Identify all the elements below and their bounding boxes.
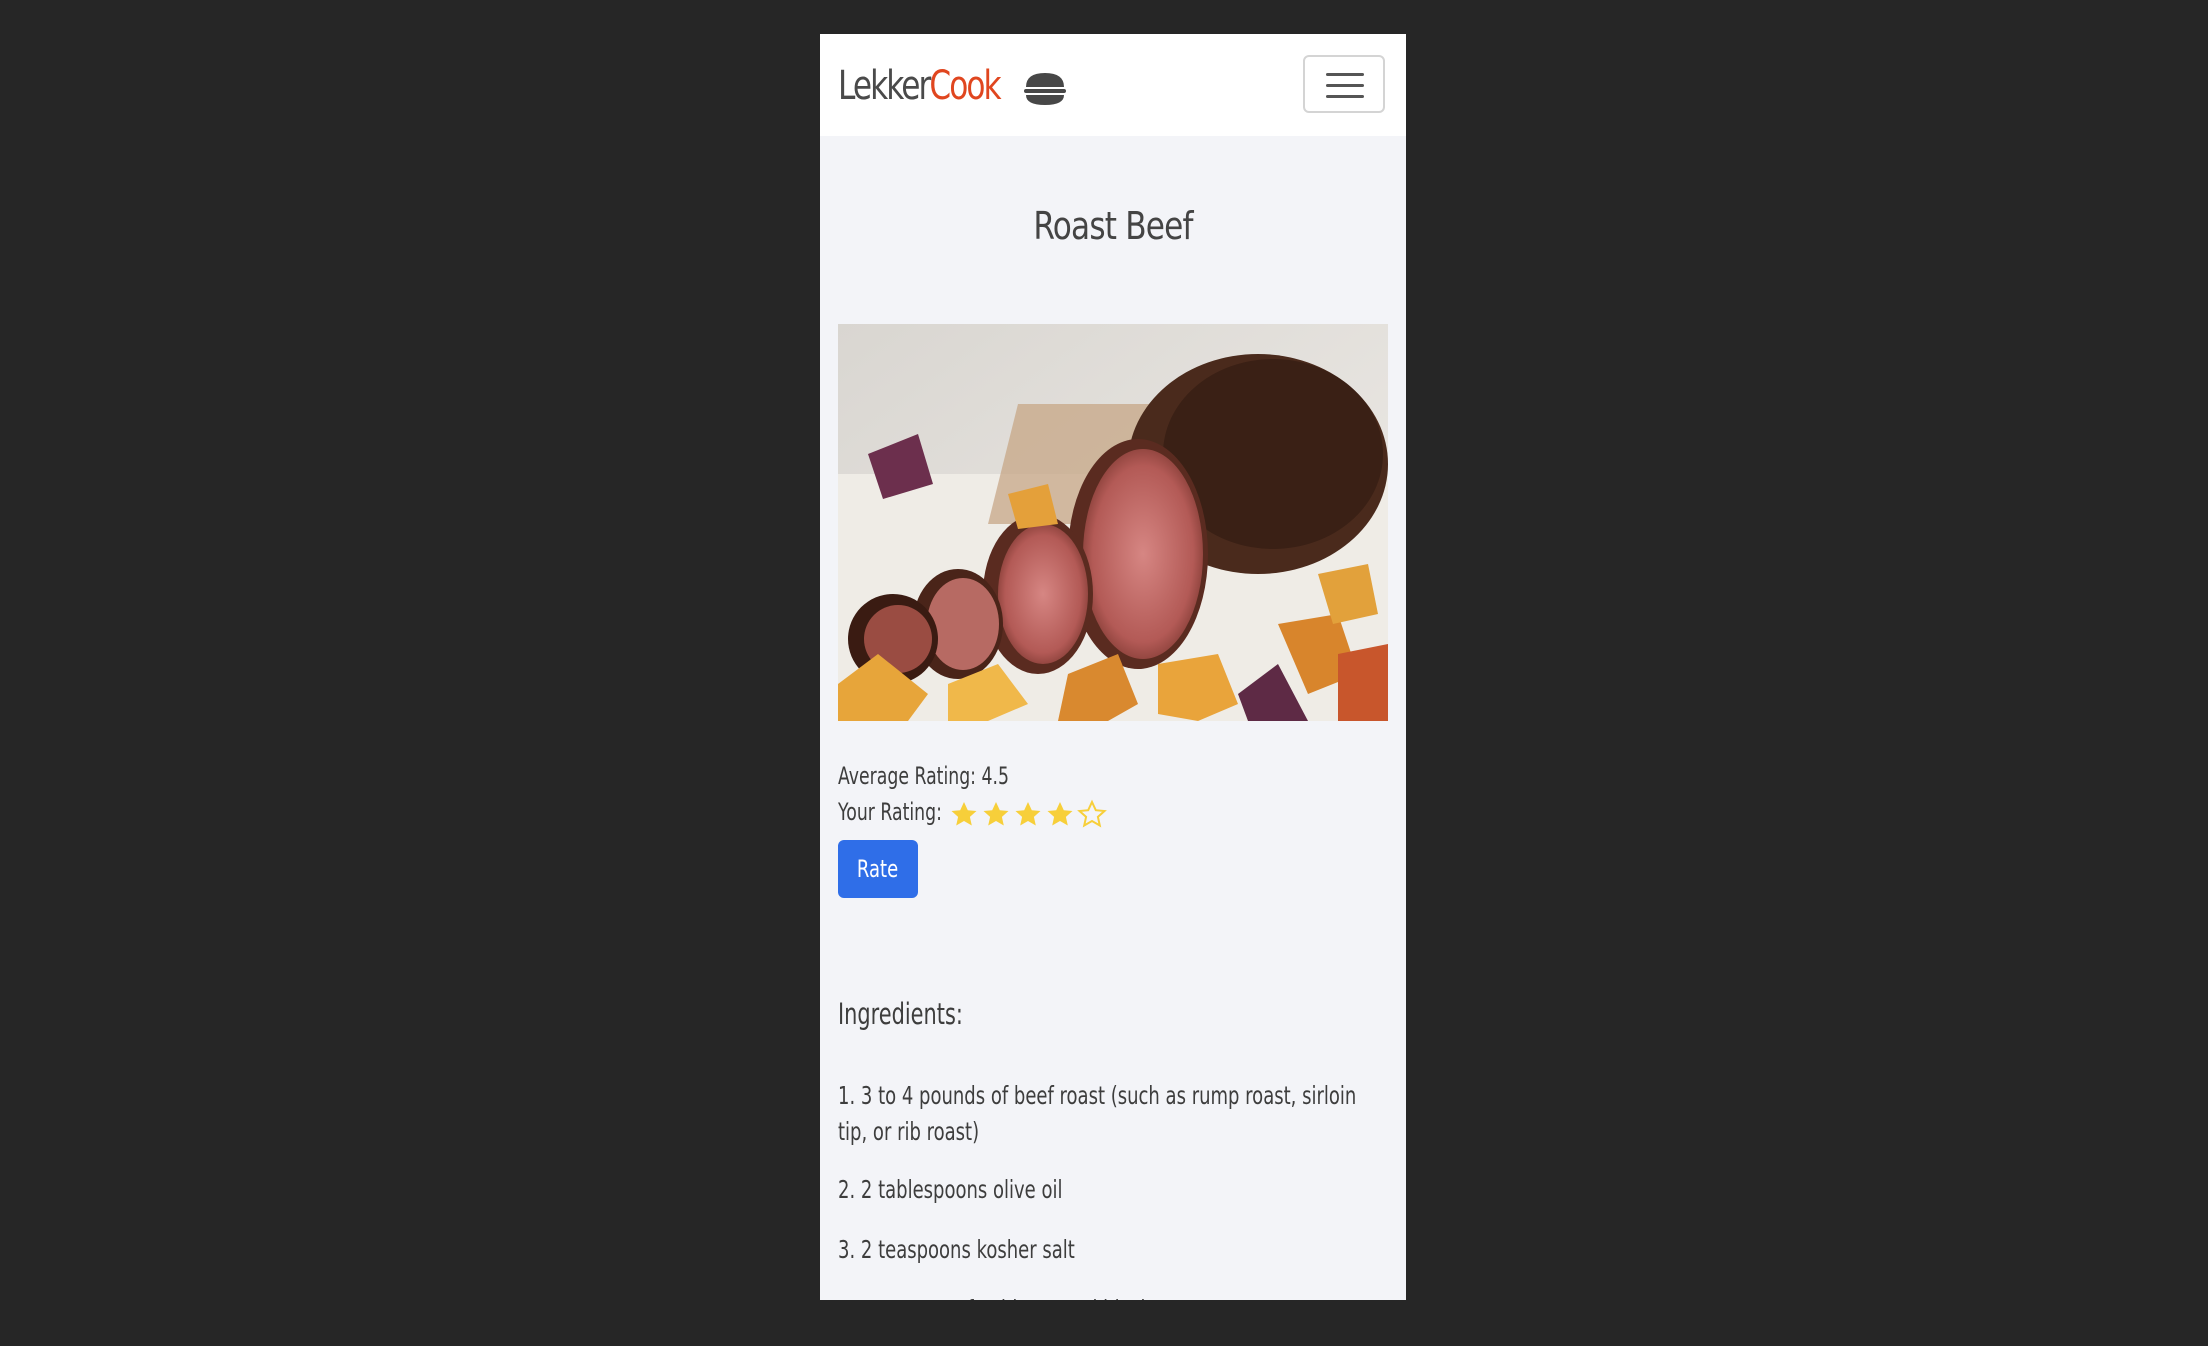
ingredient-item: 1. 3 to 4 pounds of beef roast (such as … (838, 1081, 1357, 1146)
average-rating: Average Rating: 4.5 (838, 762, 1009, 790)
navbar: Lekker Cook (820, 34, 1406, 136)
ingredient-item: 2. 2 tablespoons olive oil (838, 1175, 1063, 1204)
hamburger-menu-icon (1326, 73, 1364, 76)
brand-name-part1: Lekker (838, 63, 931, 109)
recipe-title: Roast Beef (1033, 204, 1193, 248)
rate-button[interactable]: Rate (838, 840, 918, 898)
ingredient-item: 3. 2 teaspoons kosher salt (838, 1235, 1075, 1264)
star-5-icon[interactable] (1076, 799, 1108, 829)
mobile-viewport: Lekker Cook Roast Beef Average Rating: 4… (820, 34, 1406, 1300)
star-rating-input[interactable] (948, 799, 1108, 829)
rate-button-label: Rate (857, 855, 899, 883)
hamburger-menu-button[interactable] (1303, 55, 1385, 113)
brand-logo[interactable]: Lekker Cook (838, 56, 1002, 116)
your-rating-label: Your Rating: (838, 798, 942, 826)
recipe-photo (838, 324, 1388, 721)
star-3-icon[interactable] (1012, 799, 1044, 829)
ingredient-item: 4. 1 teaspoon freshly ground black peppe… (838, 1292, 1221, 1300)
hamburger-menu-icon-bar (1326, 84, 1364, 87)
cooking-pot-icon (1024, 73, 1066, 105)
star-1-icon[interactable] (948, 799, 980, 829)
hamburger-menu-icon-bar (1326, 95, 1364, 98)
ingredients-heading: Ingredients: (838, 997, 963, 1031)
star-4-icon[interactable] (1044, 799, 1076, 829)
star-2-icon[interactable] (980, 799, 1012, 829)
brand-name-part2: Cook (929, 63, 1001, 109)
